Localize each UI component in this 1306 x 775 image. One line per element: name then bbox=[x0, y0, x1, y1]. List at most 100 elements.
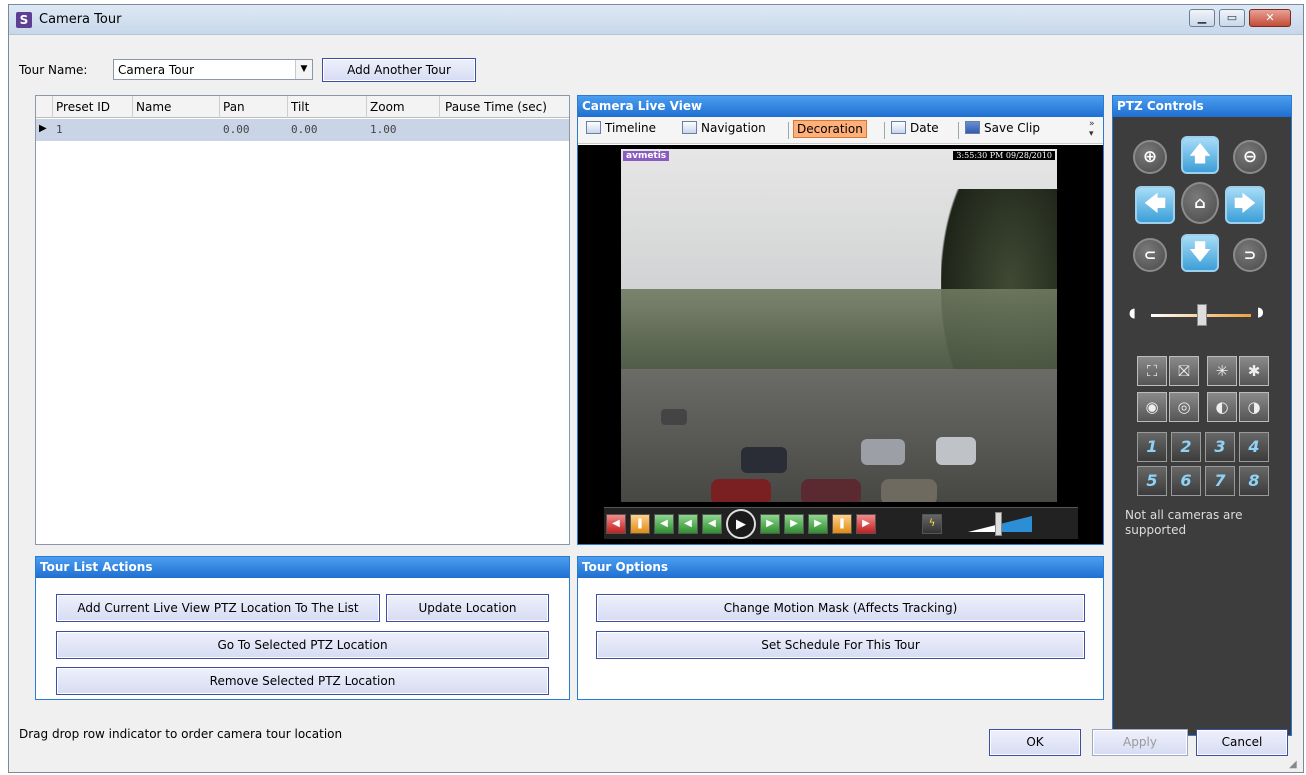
rabbit-icon: ◗ bbox=[1257, 305, 1264, 320]
camera-image[interactable]: avmetis 3:55:30 PM 09/28/2010 bbox=[621, 149, 1057, 502]
brand-watermark: avmetis bbox=[623, 151, 670, 161]
ptz-support-note: Not all cameras are supported bbox=[1125, 508, 1243, 537]
add-another-tour-button[interactable]: Add Another Tour bbox=[322, 58, 476, 82]
auto-iris-icon[interactable]: ◐ bbox=[1207, 392, 1237, 422]
timeline-button[interactable]: Timeline bbox=[586, 121, 656, 135]
row-indicator-icon[interactable]: ▶ bbox=[39, 123, 47, 134]
car-shape bbox=[801, 479, 861, 502]
chevron-down-icon[interactable]: ▼ bbox=[295, 60, 312, 79]
navigation-icon bbox=[682, 121, 697, 134]
col-preset-id[interactable]: Preset ID bbox=[56, 100, 110, 114]
minimize-button[interactable]: ▁ bbox=[1189, 9, 1215, 27]
toolbar-overflow-icon[interactable]: » ▾ bbox=[1089, 119, 1095, 139]
preset-5-button[interactable]: 5 bbox=[1137, 466, 1167, 496]
col-tilt[interactable]: Tilt bbox=[291, 100, 309, 114]
step-back-icon[interactable]: ◀ bbox=[678, 514, 698, 534]
focus-far-icon[interactable]: ⛝ bbox=[1169, 356, 1199, 386]
video-frame: avmetis 3:55:30 PM 09/28/2010 ◀ ❚ ◀ ◀ ◀ … bbox=[578, 145, 1103, 544]
manual-focus-icon[interactable]: ◎ bbox=[1169, 392, 1199, 422]
speed-slider-thumb[interactable] bbox=[995, 512, 1002, 536]
tour-name-label: Tour Name: bbox=[19, 63, 88, 77]
ptz-controls-header: PTZ Controls bbox=[1113, 96, 1291, 117]
apply-button[interactable]: Apply bbox=[1092, 729, 1188, 756]
step-forward-fast-icon[interactable]: ▶ bbox=[808, 514, 828, 534]
skip-end-icon[interactable]: ▶ bbox=[856, 514, 876, 534]
prev-bookmark-icon[interactable]: ❚ bbox=[630, 514, 650, 534]
title-bar: S Camera Tour ▁ ▭ ✕ bbox=[9, 5, 1303, 35]
ok-button[interactable]: OK bbox=[989, 729, 1081, 756]
cell-pan: 0.00 bbox=[223, 123, 250, 136]
zoom-out-icon[interactable]: ⊖ bbox=[1233, 140, 1267, 174]
car-shape bbox=[861, 439, 905, 465]
zoom-in-icon[interactable]: ⊕ bbox=[1133, 140, 1167, 174]
skip-start-icon[interactable]: ◀ bbox=[606, 514, 626, 534]
save-clip-button[interactable]: Save Clip bbox=[965, 121, 1040, 135]
camera-tour-window: S Camera Tour ▁ ▭ ✕ Tour Name: Camera To… bbox=[8, 4, 1304, 773]
light-on-icon[interactable]: ✳ bbox=[1207, 356, 1237, 386]
lightning-icon[interactable]: ϟ bbox=[922, 514, 942, 534]
car-shape bbox=[936, 437, 976, 465]
change-motion-mask-button[interactable]: Change Motion Mask (Affects Tracking) bbox=[596, 594, 1085, 622]
resize-grip-icon[interactable]: ◢ bbox=[1289, 759, 1297, 770]
rewind-icon[interactable]: ◀ bbox=[702, 514, 722, 534]
tour-list-actions-header: Tour List Actions bbox=[36, 557, 569, 578]
pan-right-icon[interactable]: 🡆 bbox=[1225, 186, 1265, 224]
preset-8-button[interactable]: 8 bbox=[1239, 466, 1269, 496]
preset-1-button[interactable]: 1 bbox=[1137, 432, 1167, 462]
autofocus-icon[interactable]: ◉ bbox=[1137, 392, 1167, 422]
car-shape bbox=[881, 479, 937, 502]
col-name[interactable]: Name bbox=[136, 100, 171, 114]
pan-left-icon[interactable]: 🡄 bbox=[1135, 186, 1175, 224]
focus-near-icon[interactable]: ⛶ bbox=[1137, 356, 1167, 386]
turtle-icon: ◖ bbox=[1129, 306, 1136, 321]
pan-up-icon[interactable]: 🡅 bbox=[1181, 136, 1219, 174]
maximize-button[interactable]: ▭ bbox=[1219, 9, 1245, 27]
manual-iris-icon[interactable]: ◑ bbox=[1239, 392, 1269, 422]
next-bookmark-icon[interactable]: ❚ bbox=[832, 514, 852, 534]
decoration-button[interactable]: Decoration bbox=[793, 120, 867, 138]
preset-2-button[interactable]: 2 bbox=[1171, 432, 1201, 462]
col-pause-time[interactable]: Pause Time (sec) bbox=[445, 100, 547, 114]
speed-thumb[interactable] bbox=[1197, 304, 1207, 326]
preset-6-button[interactable]: 6 bbox=[1171, 466, 1201, 496]
step-forward-icon[interactable]: ▶ bbox=[784, 514, 804, 534]
step-back-fast-icon[interactable]: ◀ bbox=[654, 514, 674, 534]
tour-name-value: Camera Tour bbox=[118, 63, 195, 77]
treeline-shape bbox=[621, 289, 1057, 369]
set-schedule-button[interactable]: Set Schedule For This Tour bbox=[596, 631, 1085, 659]
timestamp-overlay: 3:55:30 PM 09/28/2010 bbox=[953, 151, 1055, 160]
home-icon[interactable]: ⌂ bbox=[1181, 182, 1219, 224]
cancel-button[interactable]: Cancel bbox=[1196, 729, 1288, 756]
forward-icon[interactable]: ▶ bbox=[760, 514, 780, 534]
iris-open-icon[interactable]: ⊂ bbox=[1133, 238, 1167, 272]
camera-live-view-panel: Camera Live View Timeline Navigation Dec… bbox=[577, 95, 1104, 545]
iris-close-icon[interactable]: ⊃ bbox=[1233, 238, 1267, 272]
calendar-icon bbox=[891, 121, 906, 134]
preset-4-button[interactable]: 4 bbox=[1239, 432, 1269, 462]
light-off-icon[interactable]: ✱ bbox=[1239, 356, 1269, 386]
date-button[interactable]: Date bbox=[891, 121, 939, 135]
timeline-icon bbox=[586, 121, 601, 134]
table-row[interactable]: ▶ 1 0.00 0.00 1.00 bbox=[36, 119, 569, 141]
car-shape bbox=[661, 409, 687, 425]
update-location-button[interactable]: Update Location bbox=[386, 594, 549, 622]
preset-3-button[interactable]: 3 bbox=[1205, 432, 1235, 462]
pan-down-icon[interactable]: 🡇 bbox=[1181, 234, 1219, 272]
live-view-toolbar: Timeline Navigation Decoration Date Save… bbox=[578, 117, 1103, 144]
col-pan[interactable]: Pan bbox=[223, 100, 245, 114]
car-shape bbox=[741, 447, 787, 473]
app-icon: S bbox=[16, 12, 32, 28]
grid-header: Preset ID Name Pan Tilt Zoom Pause Time … bbox=[36, 96, 569, 118]
remove-location-button[interactable]: Remove Selected PTZ Location bbox=[56, 667, 549, 695]
go-to-location-button[interactable]: Go To Selected PTZ Location bbox=[56, 631, 549, 659]
add-current-location-button[interactable]: Add Current Live View PTZ Location To Th… bbox=[56, 594, 380, 622]
drag-drop-hint: Drag drop row indicator to order camera … bbox=[19, 727, 343, 741]
col-zoom[interactable]: Zoom bbox=[370, 100, 405, 114]
close-button[interactable]: ✕ bbox=[1249, 9, 1291, 27]
play-icon[interactable]: ▶ bbox=[726, 509, 756, 539]
tour-options-header: Tour Options bbox=[578, 557, 1103, 578]
playback-controls: ◀ ❚ ◀ ◀ ◀ ▶ ▶ ▶ ▶ ❚ ▶ ϟ bbox=[604, 507, 1078, 539]
tour-name-combo[interactable]: Camera Tour ▼ bbox=[113, 59, 313, 80]
preset-7-button[interactable]: 7 bbox=[1205, 466, 1235, 496]
navigation-button[interactable]: Navigation bbox=[682, 121, 766, 135]
